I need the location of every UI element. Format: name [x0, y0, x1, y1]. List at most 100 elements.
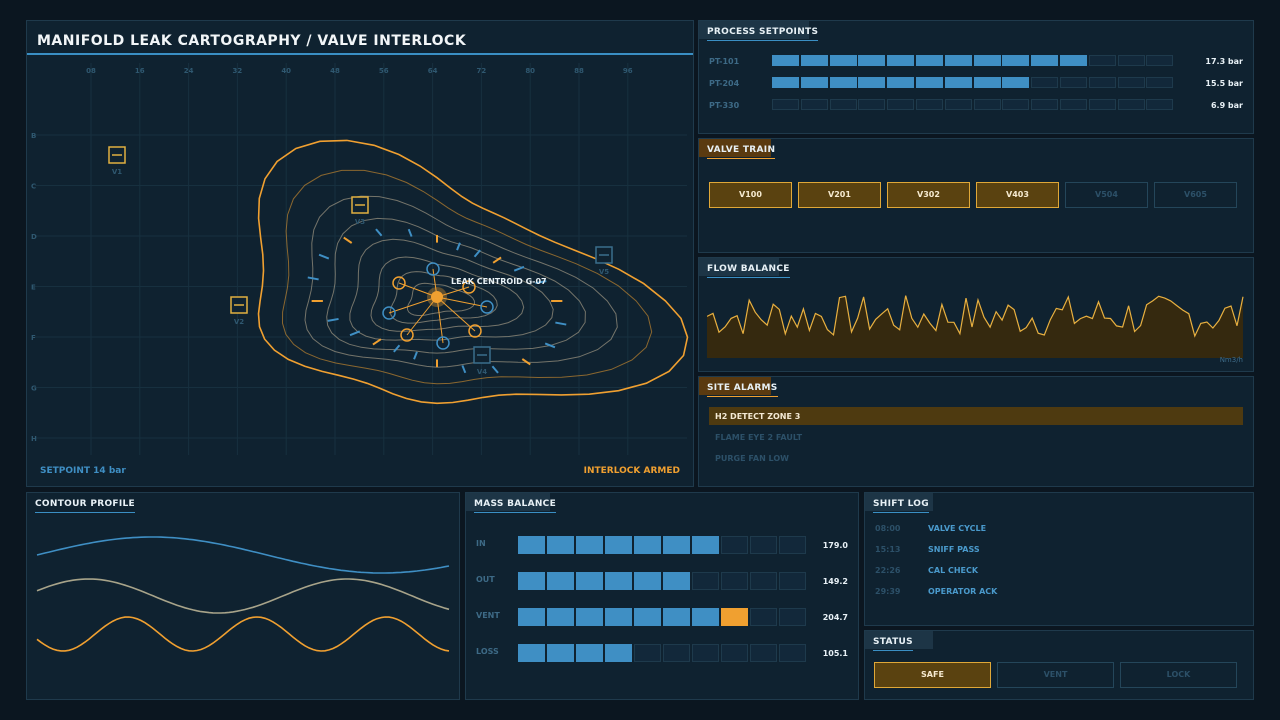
- valve-train-v403-button[interactable]: V403: [976, 182, 1059, 208]
- interlock-label: INTERLOCK ARMED: [583, 466, 680, 476]
- valve-v1[interactable]: V1: [108, 146, 126, 176]
- status-vent-button[interactable]: VENT: [997, 662, 1114, 688]
- mass-segment: [518, 572, 545, 590]
- valve-train-v201-button[interactable]: V201: [798, 182, 881, 208]
- mass-segment: [692, 608, 719, 626]
- col-tick: 48: [330, 67, 340, 75]
- row-tick: D: [31, 233, 37, 241]
- valve-v3[interactable]: V3: [351, 196, 369, 226]
- alarm-item[interactable]: PURGE FAN LOW: [715, 454, 789, 463]
- mass-segment: [634, 608, 661, 626]
- valve-train-v605-button[interactable]: V605: [1154, 182, 1237, 208]
- setpoint-label: SETPOINT 14 bar: [40, 466, 126, 476]
- log-time: 29:39: [875, 587, 901, 596]
- setpoint-row: PT-101 17.3 bar: [699, 55, 1253, 69]
- setpoints-panel: PROCESS SETPOINTS PT-101 17.3 bar PT-204 15…: [698, 20, 1254, 134]
- setpoint-segment: [800, 55, 828, 66]
- valve-train-v100-button[interactable]: V100: [709, 182, 792, 208]
- col-tick: 40: [281, 67, 291, 75]
- valve-train-title: VALVE TRAIN: [707, 145, 776, 159]
- ring-tick: [491, 365, 499, 374]
- leak-map[interactable]: 08 16 24 32 40 48 56 64 72 80 88 96 B C D E F G H LEAK CENT…: [27, 55, 693, 485]
- mass-segment: [634, 572, 661, 590]
- setpoint-segment: [772, 77, 799, 88]
- valve-v5[interactable]: V5: [595, 246, 613, 276]
- mass-label: IN: [476, 539, 486, 548]
- row-tick: F: [31, 334, 36, 342]
- col-tick: 56: [379, 67, 389, 75]
- setpoint-segment: [1002, 55, 1030, 66]
- setpoint-segment: [858, 55, 886, 66]
- mass-segment: [721, 608, 748, 626]
- contour-panel: CONTOUR PROFILE: [26, 492, 460, 700]
- status-safe-button[interactable]: SAFE: [874, 662, 991, 688]
- mass-segment: [721, 644, 748, 662]
- setpoint-value: 6.9 bar: [1210, 101, 1243, 110]
- ring-tick: [555, 321, 567, 326]
- col-tick: 96: [623, 67, 633, 75]
- mass-segment: [518, 608, 545, 626]
- contour-line-orange: [36, 616, 450, 652]
- setpoint-segment: [944, 55, 972, 66]
- shift-log-panel: SHIFT LOG 08:00 VALVE CYCLE 15:13 SNIFF PAS…: [864, 492, 1254, 626]
- contour-chart: [36, 536, 450, 652]
- valve-label: V5: [599, 268, 609, 276]
- mass-segment: [547, 608, 574, 626]
- flow-unit: Nm3/h: [1219, 356, 1243, 364]
- setpoint-segment: [973, 77, 1001, 88]
- map-panel: MANIFOLD LEAK CARTOGRAPHY / VALVE INTERL…: [26, 20, 694, 487]
- setpoint-segment: [887, 55, 915, 66]
- log-event[interactable]: OPERATOR ACK: [928, 587, 997, 596]
- row-tick: G: [31, 385, 37, 393]
- row-tick: E: [31, 284, 36, 292]
- valve-v2[interactable]: V2: [230, 296, 248, 326]
- row-tick: H: [31, 435, 37, 443]
- valve-train-v504-button[interactable]: V504: [1065, 182, 1148, 208]
- mass-segment: [663, 536, 690, 554]
- setpoint-segment: [1088, 77, 1116, 88]
- flow-title: FLOW BALANCE: [707, 264, 790, 278]
- centroid-marker: [431, 291, 443, 303]
- log-time: 22:26: [875, 566, 901, 575]
- setpoint-segment: [1088, 55, 1116, 66]
- mass-segment: [605, 644, 632, 662]
- alarm-item[interactable]: H2 DETECT ZONE 3: [715, 412, 800, 421]
- row-tick: B: [31, 132, 36, 140]
- contour-ring: [349, 238, 554, 341]
- mass-segment: [518, 644, 545, 662]
- status-lock-button[interactable]: LOCK: [1120, 662, 1237, 688]
- mass-segment: [750, 608, 777, 626]
- setpoint-label: PT-204: [709, 79, 740, 88]
- ring-tick: [393, 344, 401, 353]
- ring-tick: [513, 265, 525, 272]
- valve-v4[interactable]: V4: [473, 346, 491, 376]
- log-event[interactable]: SNIFF PASS: [928, 545, 980, 554]
- col-tick: 16: [135, 67, 145, 75]
- setpoint-row: PT-330 6.9 bar: [699, 99, 1253, 113]
- flow-chart: [707, 295, 1244, 358]
- setpoint-segment: [1031, 99, 1059, 110]
- log-event[interactable]: CAL CHECK: [928, 566, 978, 575]
- ring-tick: [318, 253, 330, 260]
- mass-segment: [692, 644, 719, 662]
- valve-train-v302-button[interactable]: V302: [887, 182, 970, 208]
- log-time: 15:13: [875, 545, 901, 554]
- ring-tick: [407, 228, 413, 237]
- setpoint-segment: [858, 99, 886, 110]
- alarm-item[interactable]: FLAME EYE 2 FAULT: [715, 433, 802, 442]
- mass-segment: [547, 644, 574, 662]
- mass-segment: [721, 536, 748, 554]
- mass-segment: [576, 536, 603, 554]
- setpoint-segment: [887, 99, 915, 110]
- contour-line-blue: [36, 536, 450, 574]
- mass-segment: [547, 536, 574, 554]
- mass-label: OUT: [476, 575, 495, 584]
- mass-segment: [721, 572, 748, 590]
- log-event[interactable]: VALVE CYCLE: [928, 524, 986, 533]
- setpoint-segment: [1146, 99, 1174, 110]
- mass-segment: [518, 536, 545, 554]
- valve-label: V2: [234, 318, 244, 326]
- mass-value: 204.7: [822, 613, 848, 622]
- setpoint-segment: [829, 77, 857, 88]
- col-tick: 08: [86, 67, 96, 75]
